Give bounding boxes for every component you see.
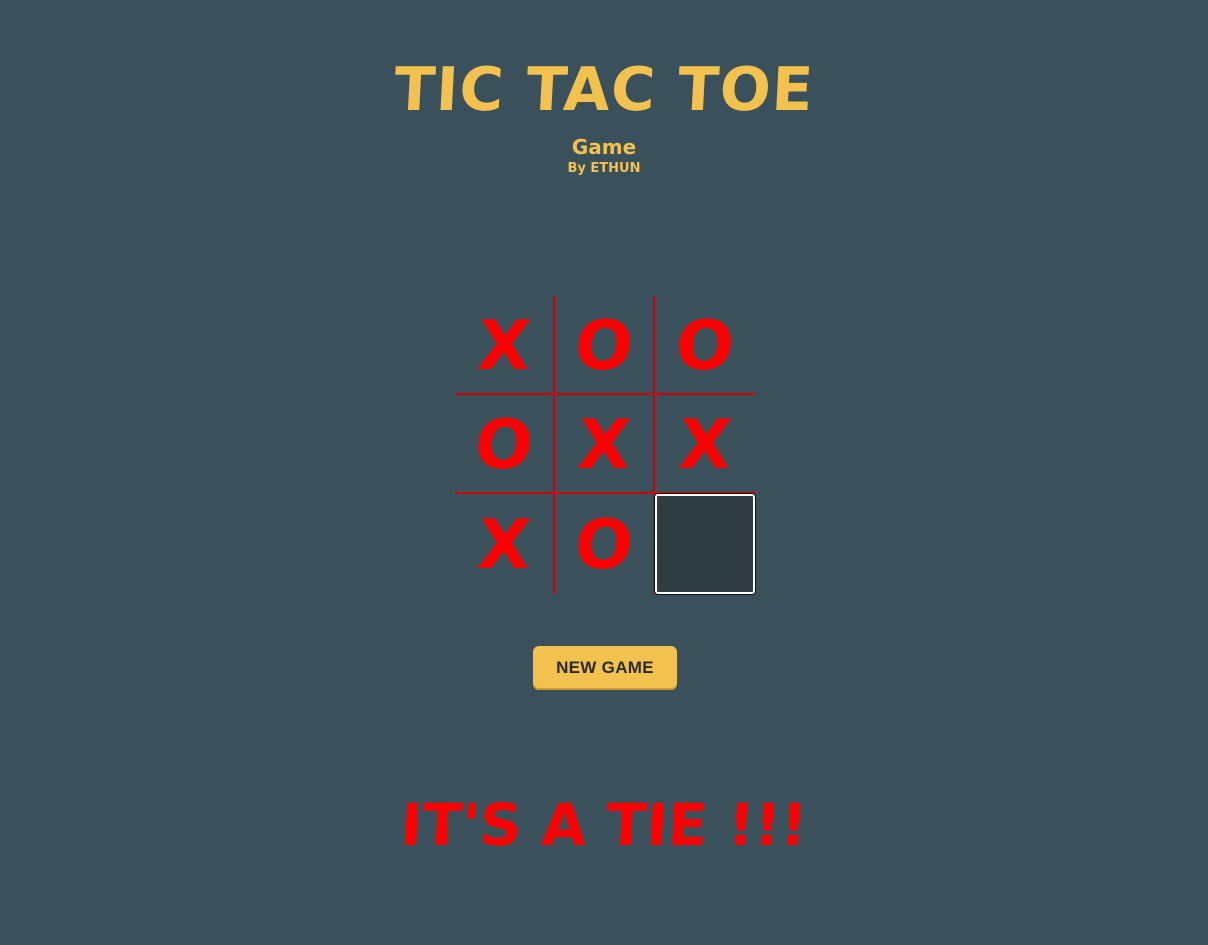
- board-cell-1-2[interactable]: O: [555, 296, 655, 395]
- cell-mark: X: [575, 405, 634, 485]
- game-title: TIC TAC TOE: [392, 55, 816, 125]
- result-message: IT'S A TIE !!!: [399, 791, 809, 859]
- board-cell-2-3[interactable]: X: [655, 395, 755, 494]
- cell-mark: O: [572, 306, 636, 386]
- board-cell-1-3[interactable]: O: [655, 296, 755, 395]
- game-header: TIC TAC TOE Game By ETHUN: [0, 52, 1208, 178]
- author-credit: By ETHUN: [567, 161, 641, 176]
- cell-mark: X: [475, 306, 534, 386]
- game-board: X O O O X X X O: [455, 296, 758, 596]
- cell-mark: X: [475, 506, 534, 585]
- cell-mark: O: [572, 506, 636, 585]
- board-cell-3-2[interactable]: O: [555, 494, 655, 594]
- board-cell-2-1[interactable]: O: [455, 395, 555, 494]
- board-cell-3-3-focused[interactable]: [655, 494, 755, 594]
- cell-mark: O: [673, 306, 737, 386]
- game-subtitle: Game: [571, 135, 637, 159]
- board-cell-3-1[interactable]: X: [455, 494, 555, 594]
- cell-mark: X: [676, 405, 735, 485]
- board-cell-2-2[interactable]: X: [555, 395, 655, 494]
- cell-mark: O: [472, 405, 536, 485]
- new-game-button[interactable]: NEW GAME: [533, 646, 677, 690]
- board-cell-1-1[interactable]: X: [455, 296, 555, 395]
